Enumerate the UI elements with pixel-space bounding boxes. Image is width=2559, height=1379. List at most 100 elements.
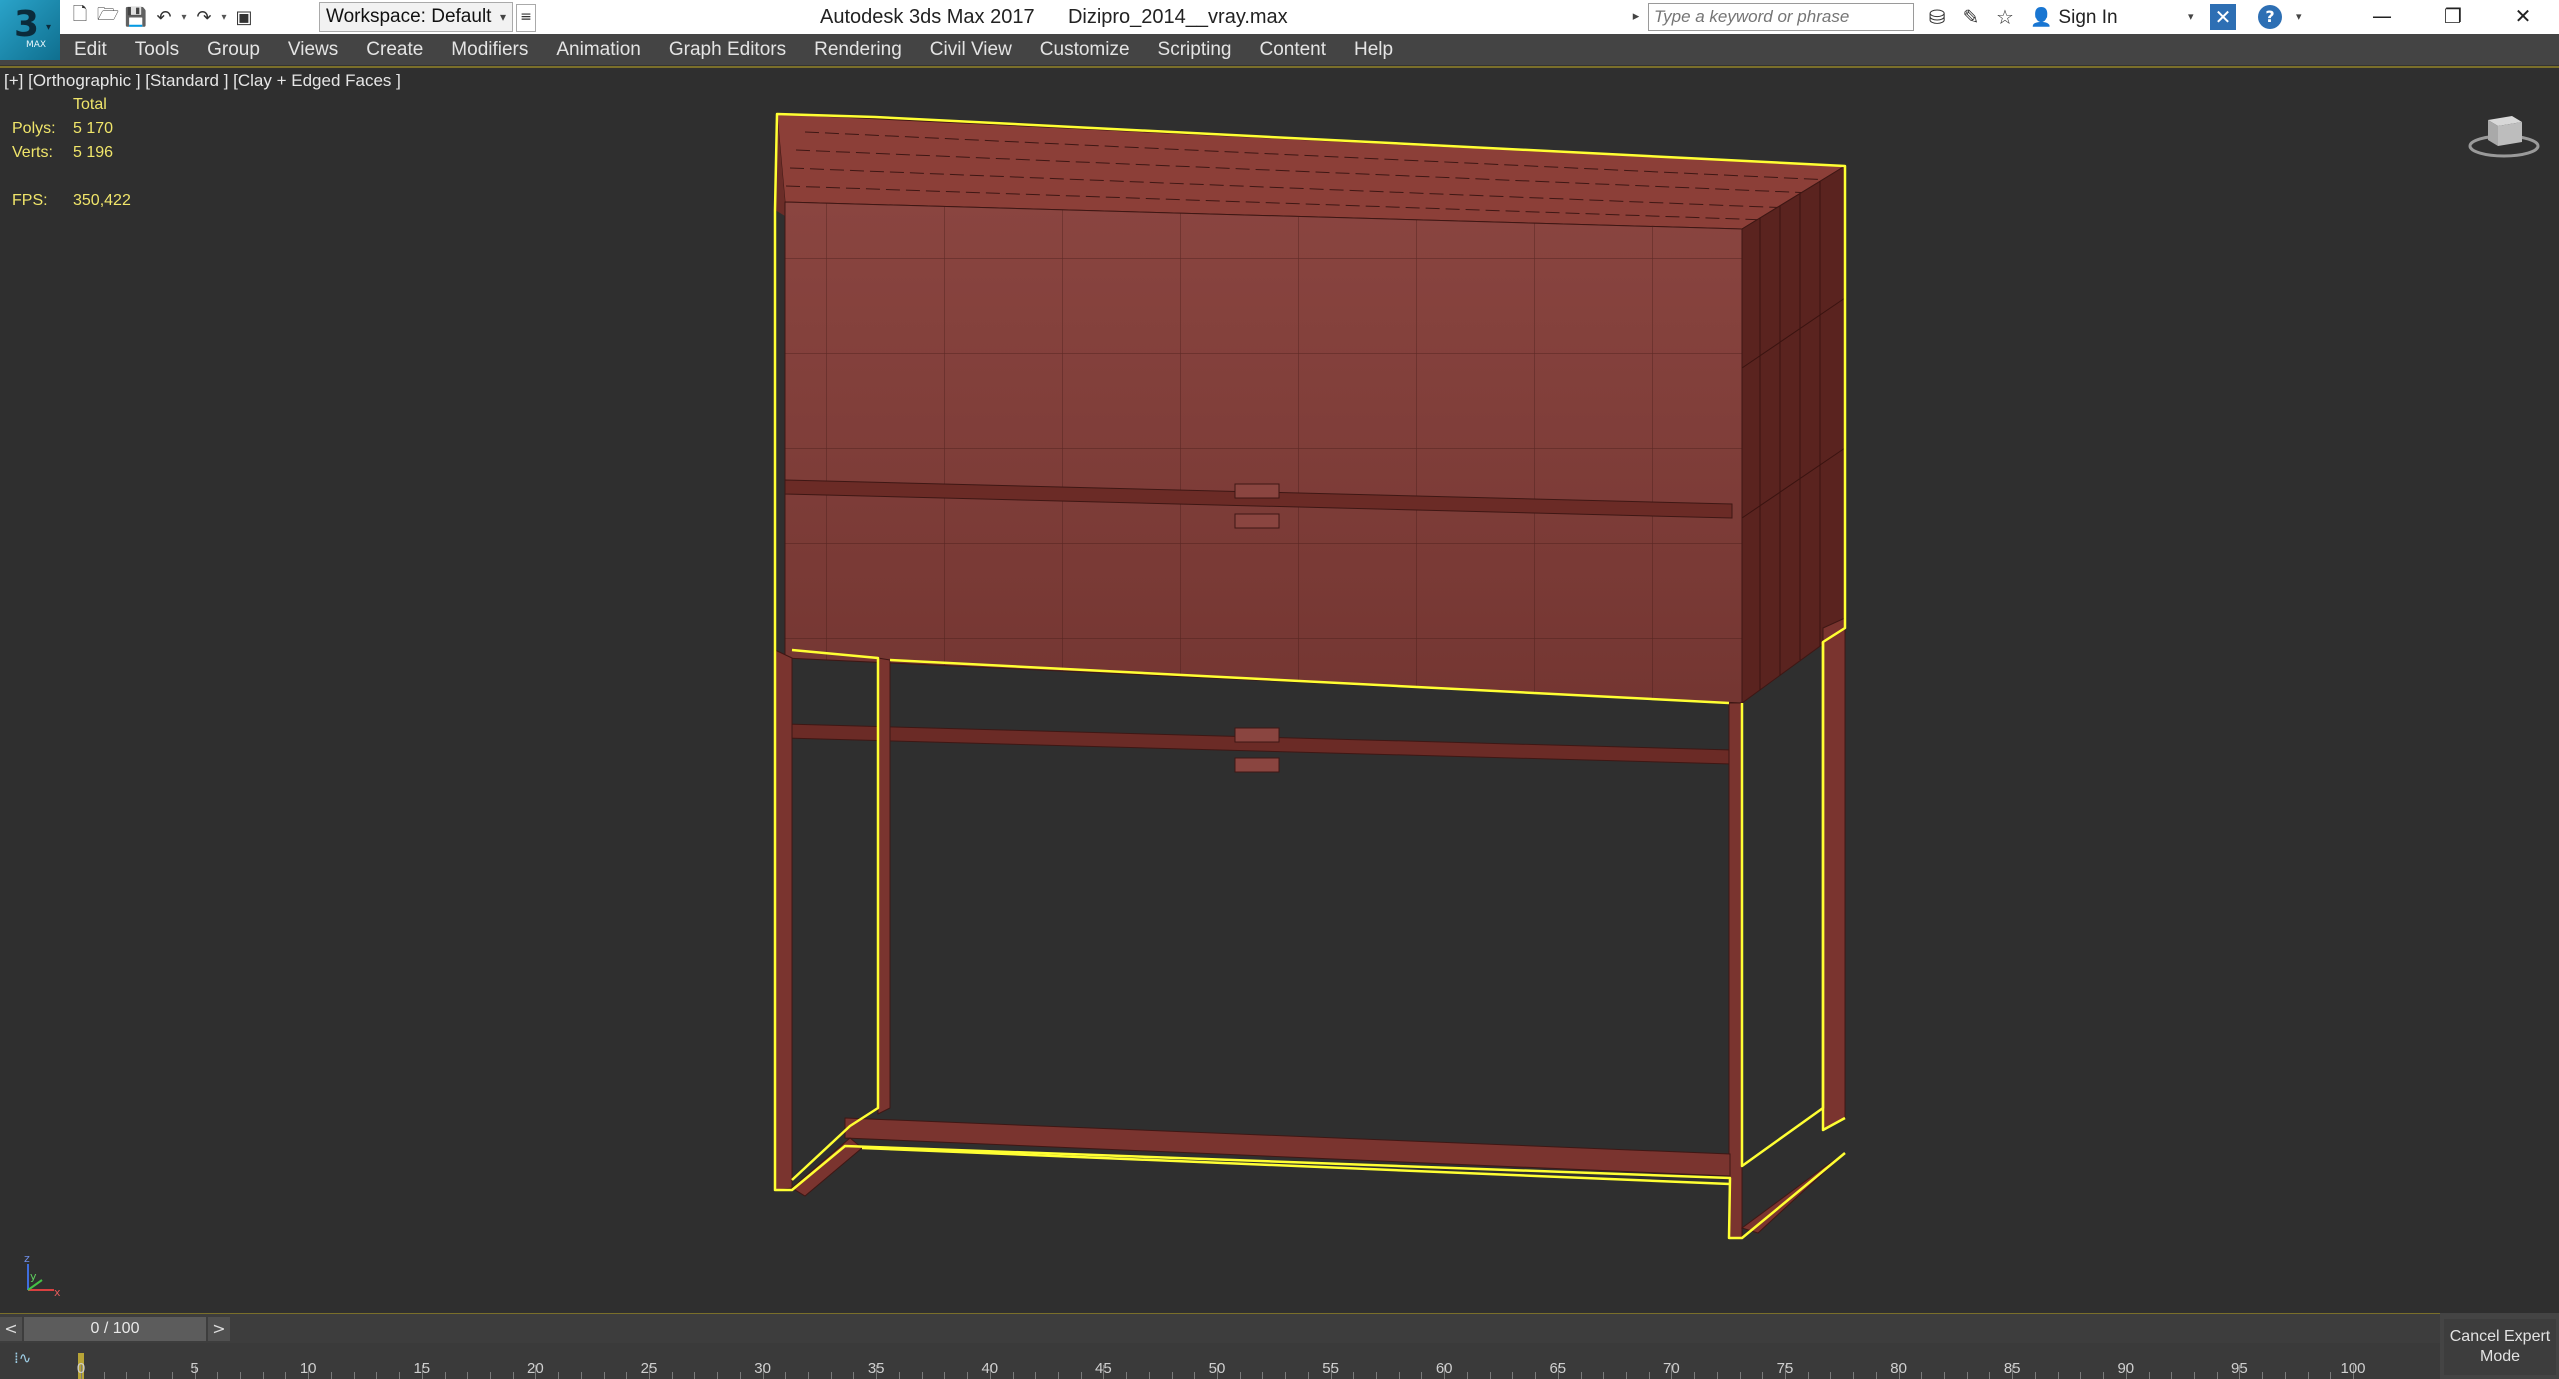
track-bar-tick <box>853 1372 855 1379</box>
track-bar-label: 60 <box>1435 1360 1453 1377</box>
track-bar-tick <box>1398 1372 1400 1379</box>
open-file-icon[interactable]: 🗁 <box>94 3 122 31</box>
track-bar-label: 95 <box>2231 1360 2248 1377</box>
menu-tools[interactable]: Tools <box>121 34 193 66</box>
workspace-dropdown[interactable]: Workspace: Default ▾ <box>319 2 513 32</box>
track-bar-label: 75 <box>1776 1360 1794 1377</box>
time-slider-track[interactable]: < 0 / 100 > <box>0 1313 2440 1344</box>
time-slider-thumb[interactable]: 0 / 100 <box>24 1317 206 1341</box>
track-bar-tick <box>1807 1372 1809 1379</box>
track-bar-tick <box>830 1372 832 1379</box>
close-button[interactable]: ✕ <box>2488 0 2558 34</box>
track-bar-tick <box>1171 1372 1173 1379</box>
track-bar-tick <box>1648 1372 1650 1379</box>
time-bar: < 0 / 100 > ⁞∿ 0 5 10 15 20 25 30 35 40 45 50 55 60 6… <box>0 1313 2559 1379</box>
menu-create[interactable]: Create <box>352 34 437 66</box>
dresser-base-frame <box>774 617 1846 1239</box>
file-name: Dizipro_2014__vray.max <box>1067 6 1288 28</box>
track-bar-tick <box>1875 1372 1877 1379</box>
track-bar-tick <box>2216 1372 2218 1379</box>
track-bar-tick <box>694 1372 696 1379</box>
viewcube-icon[interactable] <box>2466 106 2542 162</box>
redo-dropdown-icon[interactable]: ▾ <box>218 12 230 23</box>
menu-civil-view[interactable]: Civil View <box>916 34 1026 66</box>
track-bar-tick <box>1535 1372 1537 1379</box>
track-bar-tick <box>1625 1372 1627 1379</box>
cancel-expert-mode-button[interactable]: Cancel Expert Mode <box>2444 1319 2556 1375</box>
track-bar-tick <box>1512 1372 1514 1379</box>
axis-y-label: y <box>30 1270 37 1283</box>
chevron-down-icon: ▾ <box>499 10 506 24</box>
binoculars-icon[interactable]: ⛁ <box>1920 5 1954 29</box>
help-dropdown-icon[interactable]: ▾ <box>2296 0 2302 34</box>
track-bar-tick <box>171 1372 173 1379</box>
mini-curve-editor-icon[interactable]: ⁞∿ <box>14 1349 31 1367</box>
track-bar-tick <box>2171 1372 2173 1379</box>
track-bar-label: 0 <box>76 1360 86 1377</box>
track-bar-tick <box>1830 1372 1832 1379</box>
app-menu-dropdown-icon: ▾ <box>46 22 52 33</box>
track-bar-tick <box>1307 1372 1309 1379</box>
workspace-menu-icon[interactable]: ≡ <box>516 4 536 32</box>
track-bar-tick <box>2057 1372 2059 1379</box>
menu-content[interactable]: Content <box>1245 34 1340 66</box>
menu-graph-editors[interactable]: Graph Editors <box>655 34 800 66</box>
menu-modifiers[interactable]: Modifiers <box>437 34 542 66</box>
project-folder-icon[interactable]: ▣ <box>230 3 258 31</box>
star-icon[interactable]: ☆ <box>1988 5 2022 29</box>
time-slider-prev-button[interactable]: < <box>0 1317 22 1341</box>
track-bar-tick <box>603 1372 605 1379</box>
track-bar-tick <box>1580 1372 1582 1379</box>
menu-edit[interactable]: Edit <box>60 34 121 66</box>
pin-icon[interactable]: ✎ <box>1954 5 1988 29</box>
minimize-button[interactable]: — <box>2347 0 2417 34</box>
dresser-right-panel <box>1741 165 1846 704</box>
selected-model-dresser[interactable] <box>0 68 2559 1313</box>
help-icon[interactable]: ? <box>2258 5 2282 29</box>
track-bar-tick <box>2193 1372 2195 1379</box>
menu-animation[interactable]: Animation <box>542 34 655 66</box>
track-bar-tick <box>2330 1372 2332 1379</box>
track-bar-tick <box>808 1372 810 1379</box>
x-exchange-icon[interactable]: ✕ <box>2210 4 2236 30</box>
track-bar-tick <box>126 1372 128 1379</box>
menu-views[interactable]: Views <box>274 34 352 66</box>
new-file-icon[interactable]: 🗋 <box>66 3 94 31</box>
search-input[interactable] <box>1648 3 1914 31</box>
track-bar-tick <box>967 1372 969 1379</box>
restore-button[interactable]: ❐ <box>2418 0 2488 34</box>
track-bar-label: 20 <box>527 1360 544 1377</box>
undo-dropdown-icon[interactable]: ▾ <box>178 12 190 23</box>
menu-scripting[interactable]: Scripting <box>1144 34 1246 66</box>
track-bar[interactable]: ⁞∿ 0 5 10 15 20 25 30 35 40 45 50 55 60 65 70 75 80 85 90 9… <box>0 1343 2440 1379</box>
menu-group[interactable]: Group <box>193 34 274 66</box>
app-logo-number: 3 <box>14 4 40 45</box>
track-bar-tick <box>376 1372 378 1379</box>
axis-z-label: z <box>24 1254 30 1265</box>
track-bar-tick <box>1694 1372 1696 1379</box>
menu-help[interactable]: Help <box>1340 34 1407 66</box>
track-bar-tick <box>103 1372 105 1379</box>
title-bar: 3 MAX ▾ 🗋 🗁 💾 ↶ ▾ ↷ ▾ ▣ Workspace: Defau… <box>0 0 2559 60</box>
redo-icon[interactable]: ↷ <box>190 3 218 31</box>
track-bar-tick <box>1353 1372 1355 1379</box>
time-slider-next-button[interactable]: > <box>208 1317 230 1341</box>
menu-rendering[interactable]: Rendering <box>800 34 916 66</box>
track-bar-tick <box>2284 1372 2286 1379</box>
track-bar-label: 50 <box>1208 1360 1226 1377</box>
perspective-viewport[interactable]: [+] [Orthographic ] [Standard ] [Clay + … <box>0 68 2559 1313</box>
track-bar-tick <box>2080 1372 2082 1379</box>
track-bar-label: 15 <box>413 1360 431 1377</box>
track-bar-tick <box>626 1372 628 1379</box>
sign-in-dropdown-icon[interactable]: ▾ <box>2188 0 2194 34</box>
track-bar-label: 30 <box>754 1360 771 1377</box>
app-logo-button[interactable]: 3 MAX ▾ <box>0 0 60 60</box>
undo-icon[interactable]: ↶ <box>150 3 178 31</box>
track-bar-label: 25 <box>640 1360 658 1377</box>
menu-customize[interactable]: Customize <box>1026 34 1144 66</box>
sign-in-button[interactable]: 👤 Sign In <box>2030 0 2118 34</box>
search-expand-icon[interactable]: ▸ <box>1627 4 1645 30</box>
track-bar-tick <box>1762 1372 1764 1379</box>
app-name: Autodesk 3ds Max 2017 <box>820 6 1035 28</box>
save-icon[interactable]: 💾 <box>122 3 150 31</box>
